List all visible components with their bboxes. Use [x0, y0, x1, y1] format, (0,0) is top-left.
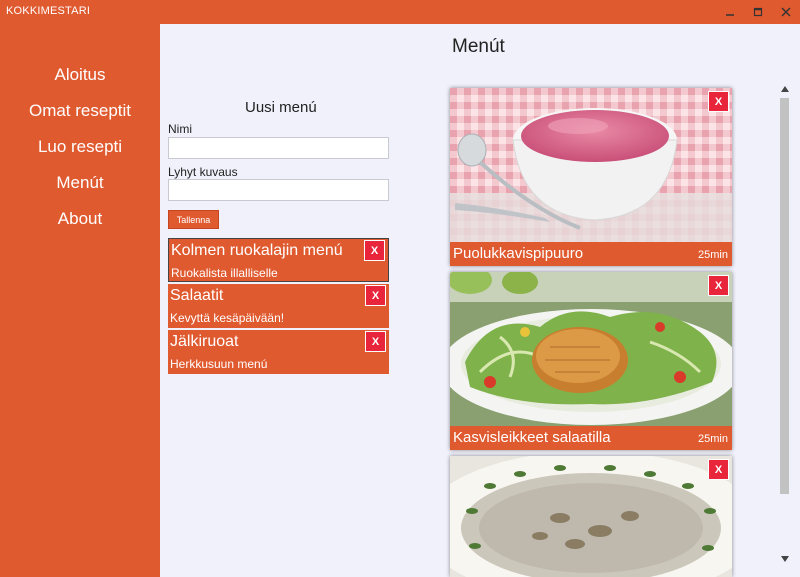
save-button[interactable]: Tallenna — [168, 210, 219, 229]
menu-name: Jälkiruoat — [170, 333, 239, 350]
delete-menu-button[interactable]: X — [365, 331, 386, 352]
recipe-name: Puolukkavispipuuro — [453, 245, 584, 262]
sidebar-item-aloitus[interactable]: Aloitus — [0, 65, 160, 85]
delete-recipe-button[interactable]: X — [708, 91, 729, 112]
close-icon[interactable] — [772, 0, 800, 24]
window-controls — [716, 0, 800, 24]
recipe-time: 25min — [698, 433, 728, 445]
scroll-down-icon[interactable] — [780, 554, 790, 564]
sidebar-item-menut[interactable]: Menút — [0, 173, 160, 193]
recipe-card-puolukkavispipuuro[interactable]: Puolukkavispipuuro 25min X — [450, 88, 732, 266]
recipe-photo-veggie-patty-salad — [450, 272, 732, 426]
recipe-name: Kasvisleikkeet salaatilla — [453, 429, 611, 446]
menu-item-jalkiruoat[interactable]: Jälkiruoat Herkkusuun menú X — [168, 330, 389, 374]
recipe-footer: Kasvisleikkeet salaatilla 25min — [450, 426, 732, 450]
delete-menu-button[interactable]: X — [364, 240, 385, 261]
menu-item-salaatit[interactable]: Salaatit Kevyttä kesäpäivään! X — [168, 284, 389, 328]
page-title: Menút — [452, 36, 505, 57]
menu-item-kolmen-ruokalajin-menu[interactable]: Kolmen ruokalajin menú Ruokalista illall… — [168, 238, 389, 282]
delete-recipe-button[interactable]: X — [708, 459, 729, 480]
delete-menu-button[interactable]: X — [365, 285, 386, 306]
recipe-footer: Puolukkavispipuuro 25min — [450, 242, 732, 266]
sidebar-item-about[interactable]: About — [0, 209, 160, 229]
name-input[interactable] — [168, 137, 389, 159]
delete-recipe-button[interactable]: X — [708, 275, 729, 296]
menu-description: Herkkusuun menú — [170, 357, 268, 371]
sidebar: Aloitus Omat reseptit Luo resepti Menút … — [0, 24, 160, 577]
menu-description: Ruokalista illalliselle — [171, 266, 278, 280]
recipe-card-3[interactable]: X — [450, 456, 732, 577]
description-input[interactable] — [168, 179, 389, 201]
scrollbar-thumb[interactable] — [780, 98, 789, 494]
title-bar: KOKKIMESTARI — [0, 0, 800, 24]
recipe-list-scrollbar[interactable] — [777, 84, 793, 574]
description-label: Lyhyt kuvaus — [168, 165, 238, 179]
recipe-photo-creamy-soup — [450, 456, 732, 577]
recipe-time: 25min — [698, 249, 728, 261]
menu-name: Kolmen ruokalajin menú — [171, 242, 343, 259]
main-content: Menút Uusi menú Nimi Lyhyt kuvaus Tallen… — [160, 24, 800, 577]
scroll-up-icon[interactable] — [780, 84, 790, 94]
sidebar-item-omat-reseptit[interactable]: Omat reseptit — [0, 101, 160, 121]
sidebar-item-luo-resepti[interactable]: Luo resepti — [0, 137, 160, 157]
app-title: KOKKIMESTARI — [6, 5, 91, 17]
recipe-card-kasvisleikkeet-salaatilla[interactable]: Kasvisleikkeet salaatilla 25min X — [450, 272, 732, 450]
new-menu-form-title: Uusi menú — [245, 99, 317, 116]
maximize-icon[interactable] — [744, 0, 772, 24]
menu-description: Kevyttä kesäpäivään! — [170, 311, 285, 325]
menu-name: Salaatit — [170, 287, 224, 304]
minimize-icon[interactable] — [716, 0, 744, 24]
recipe-photo-pink-porridge — [450, 88, 732, 242]
name-label: Nimi — [168, 122, 192, 136]
